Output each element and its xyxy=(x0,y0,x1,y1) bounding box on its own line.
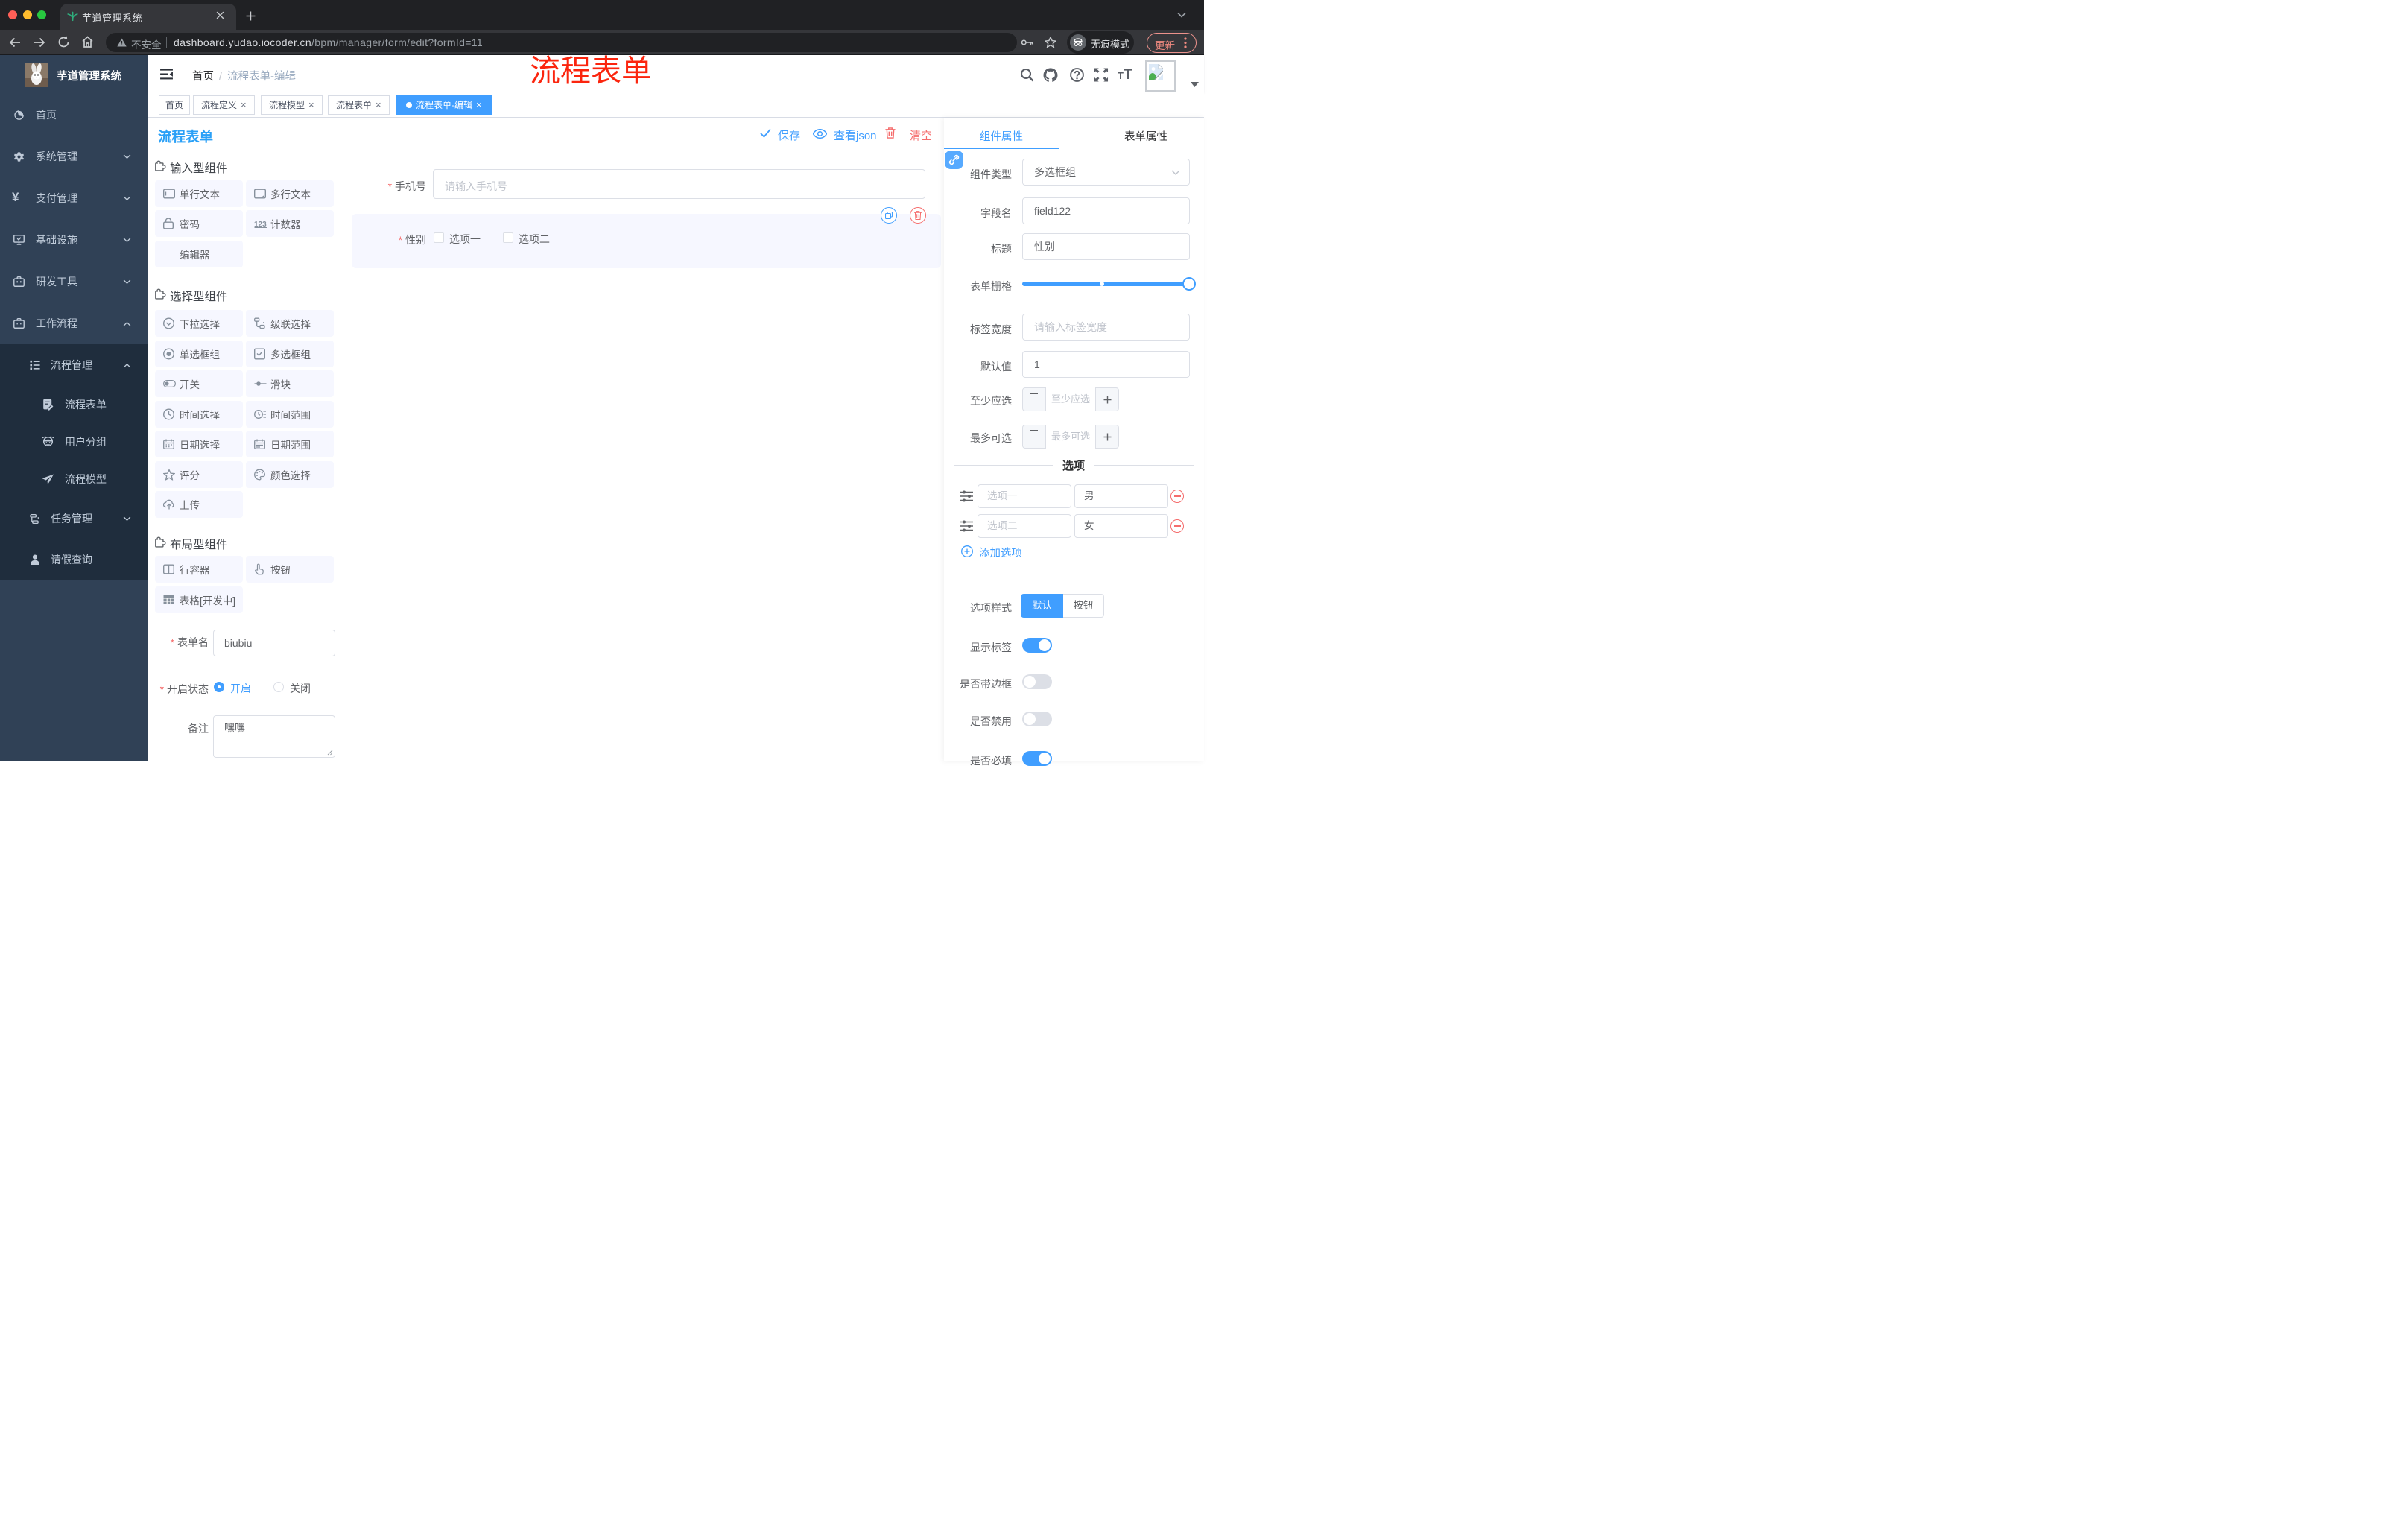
svg-text:123: 123 xyxy=(254,221,267,228)
